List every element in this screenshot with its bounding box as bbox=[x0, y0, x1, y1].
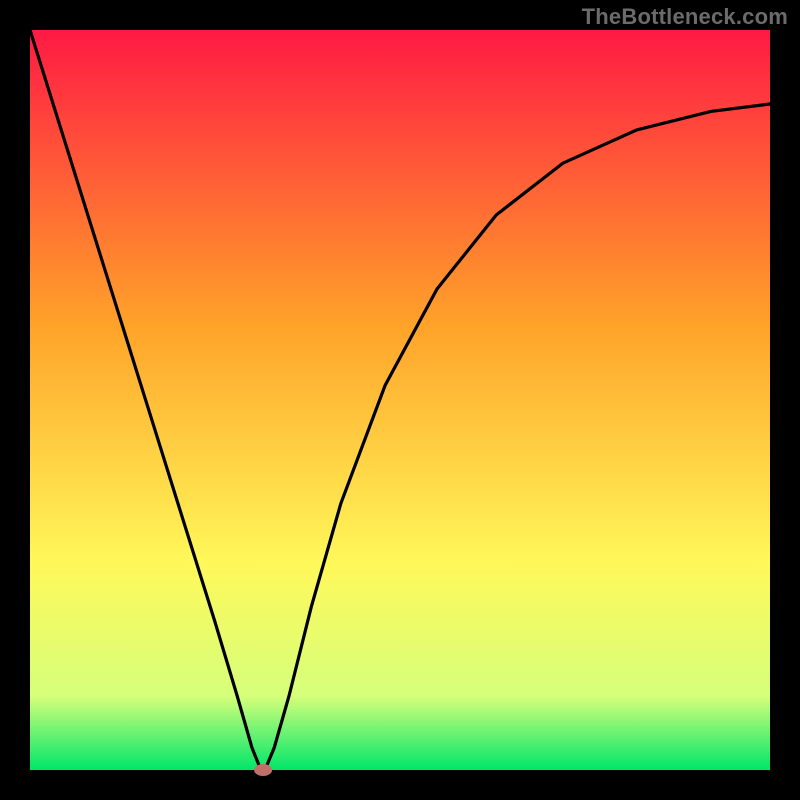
optimal-point-marker bbox=[254, 764, 272, 776]
chart-frame: TheBottleneck.com bbox=[0, 0, 800, 800]
bottleneck-chart bbox=[0, 0, 800, 800]
watermark-text: TheBottleneck.com bbox=[582, 4, 788, 30]
plot-background bbox=[30, 30, 770, 770]
